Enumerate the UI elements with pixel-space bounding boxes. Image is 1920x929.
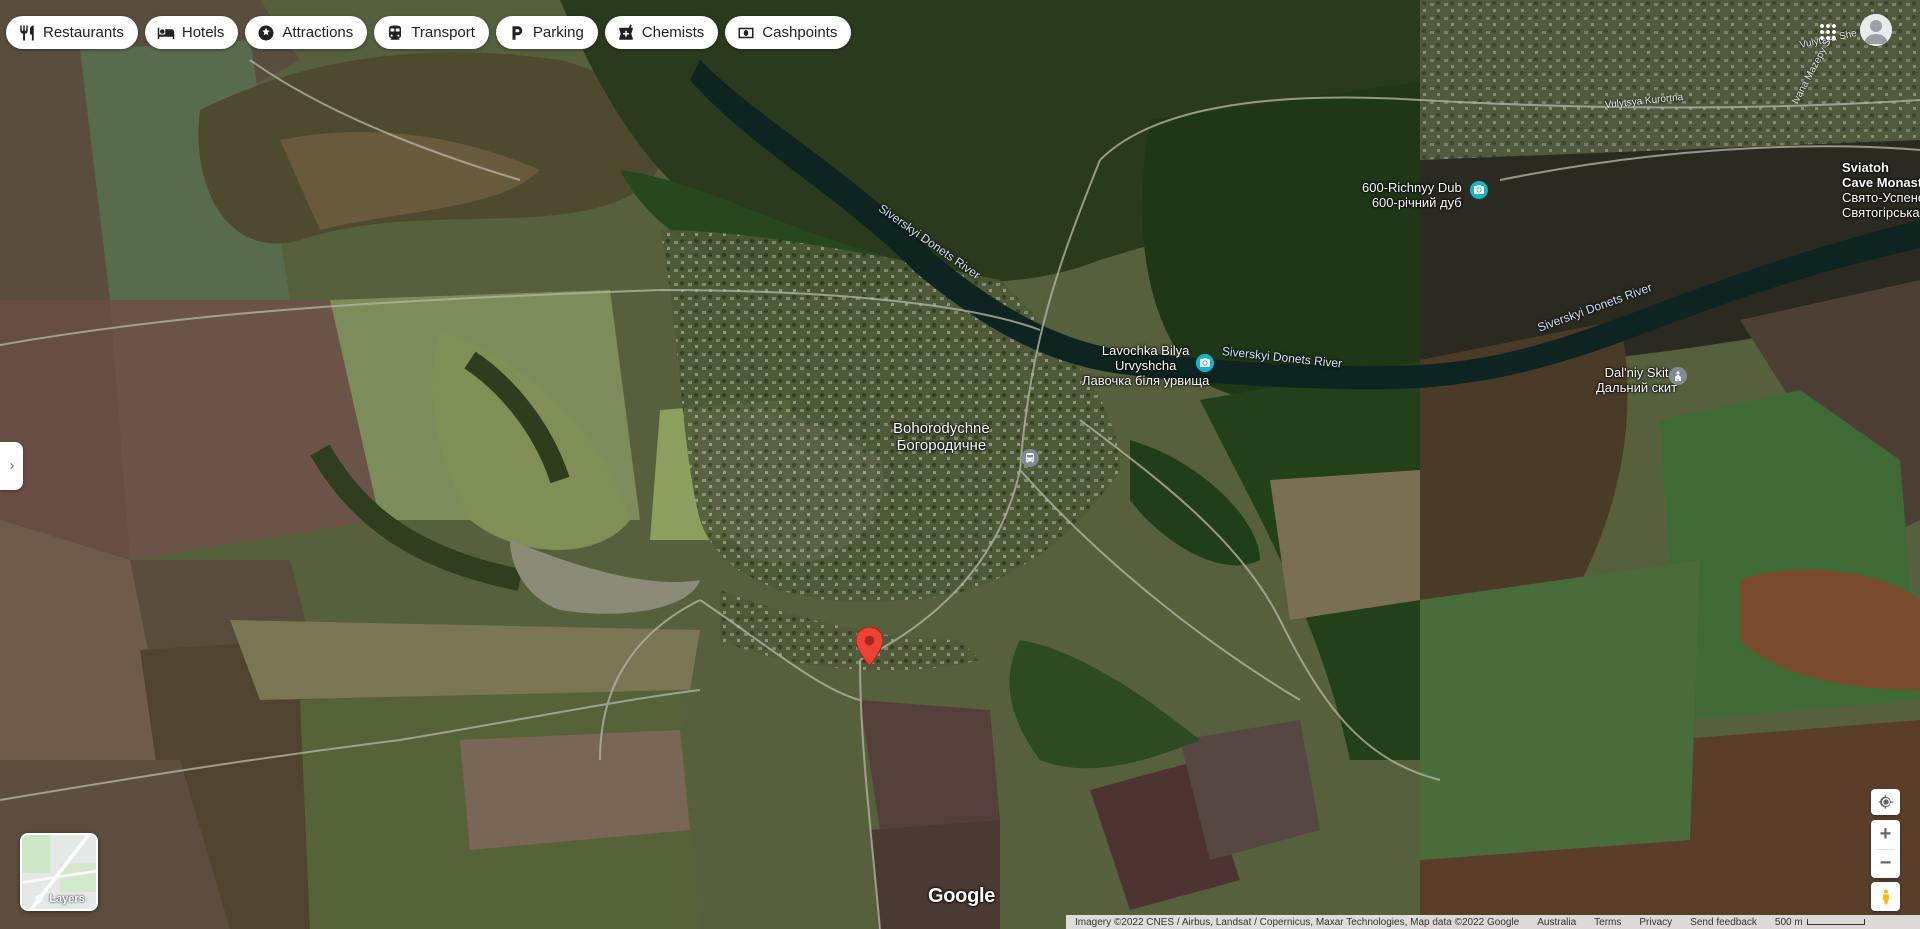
chip-hotels[interactable]: Hotels	[144, 16, 239, 49]
parking-icon	[508, 24, 526, 42]
attribution-bar: Imagery ©2022 CNES / Airbus, Landsat / C…	[1066, 915, 1920, 929]
chip-attractions[interactable]: Attractions	[245, 16, 368, 49]
village-name: Bohorodychne	[893, 420, 990, 437]
layers-label-row: Layers	[22, 893, 96, 905]
bed-icon	[157, 24, 175, 42]
chip-transport[interactable]: Transport	[374, 16, 489, 49]
poi-lavochka-local: Лавочка біля урвища	[1082, 373, 1210, 388]
monastery-name-1: Sviatoh	[1842, 160, 1889, 175]
camera-icon[interactable]	[1196, 354, 1214, 372]
scale-bar[interactable]: 500 m	[1766, 917, 1874, 928]
google-apps-icon[interactable]	[1816, 20, 1840, 44]
layers-button[interactable]: Layers	[20, 833, 98, 911]
privacy-link[interactable]: Privacy	[1630, 917, 1681, 928]
my-location-button[interactable]	[1871, 789, 1900, 815]
poi-dub-local: 600-річний дуб	[1371, 195, 1462, 210]
satellite-map[interactable]	[0, 0, 1920, 929]
poi-lavochka-name-2: Urvyshcha	[1114, 358, 1177, 373]
poi-dub-name: 600-Richnyy Dub	[1362, 180, 1462, 195]
layers-label: Layers	[49, 893, 85, 905]
bus-stop-icon[interactable]	[1021, 449, 1039, 467]
zoom-in-button[interactable]: +	[1871, 820, 1900, 849]
chip-label: Hotels	[181, 24, 225, 41]
fork-knife-icon	[18, 24, 36, 42]
place-of-worship-icon[interactable]	[1669, 367, 1687, 385]
chip-label: Transport	[411, 24, 475, 41]
poi-lavochka-label[interactable]: Lavochka Bilya Urvyshcha Лавочка біля ур…	[1082, 343, 1209, 388]
imagery-attribution: Imagery ©2022 CNES / Airbus, Landsat / C…	[1075, 916, 1520, 928]
region-link[interactable]: Australia	[1528, 917, 1585, 928]
poi-skit-name: Dal'niy Skit	[1604, 365, 1669, 380]
chip-parking[interactable]: Parking	[495, 16, 598, 49]
chip-chemists[interactable]: Chemists	[604, 16, 719, 49]
chip-label: Parking	[532, 24, 584, 41]
poi-skit-local: Дальний скит	[1596, 380, 1678, 395]
scale-label: 500 m	[1774, 916, 1803, 928]
monastery-local-1: Свято-Успенс	[1842, 190, 1920, 205]
chip-label: Chemists	[641, 24, 705, 41]
village-label[interactable]: Bohorodychne Богородичне	[893, 420, 990, 454]
zoom-out-button[interactable]: −	[1871, 849, 1900, 878]
village-name-local: Богородичне	[896, 437, 987, 454]
train-icon	[386, 24, 404, 42]
location-pin-icon[interactable]	[856, 627, 883, 666]
camera-icon[interactable]	[1470, 181, 1488, 199]
layers-icon	[34, 894, 44, 904]
attraction-icon	[257, 24, 275, 42]
poi-lavochka-name-1: Lavochka Bilya	[1101, 343, 1190, 358]
google-logo: Google	[928, 885, 996, 907]
chip-label: Attractions	[282, 24, 354, 41]
scale-line	[1806, 919, 1865, 925]
monastery-label[interactable]: Sviatoh Cave Monast Свято-Успенс Святогі…	[1842, 160, 1920, 220]
chip-label: Cashpoints	[762, 24, 838, 41]
street-view-pegman-icon[interactable]	[1871, 882, 1900, 911]
chip-restaurants[interactable]: Restaurants	[6, 16, 138, 49]
terms-link[interactable]: Terms	[1585, 917, 1630, 928]
chip-cashpoints[interactable]: Cashpoints	[725, 16, 852, 49]
category-chips: Restaurants Hotels Attractions Transport…	[6, 16, 852, 49]
expand-side-panel-button[interactable]	[0, 442, 23, 490]
poi-skit-label[interactable]: Dal'niy Skit Дальний скит	[1596, 365, 1677, 395]
pharmacy-icon	[617, 23, 635, 42]
send-feedback-link[interactable]: Send feedback	[1681, 917, 1766, 928]
monastery-local-2: Святогірська Л	[1842, 205, 1920, 220]
account-avatar[interactable]	[1860, 14, 1892, 46]
zoom-controls: + −	[1871, 820, 1900, 878]
chevron-right-icon	[9, 463, 14, 469]
poi-dub-label[interactable]: 600-Richnyy Dub 600-річний дуб	[1362, 180, 1462, 210]
cash-icon	[737, 24, 755, 42]
chip-label: Restaurants	[43, 24, 124, 41]
crosshair-icon	[1878, 795, 1893, 809]
monastery-name-2: Cave Monast	[1842, 175, 1920, 190]
